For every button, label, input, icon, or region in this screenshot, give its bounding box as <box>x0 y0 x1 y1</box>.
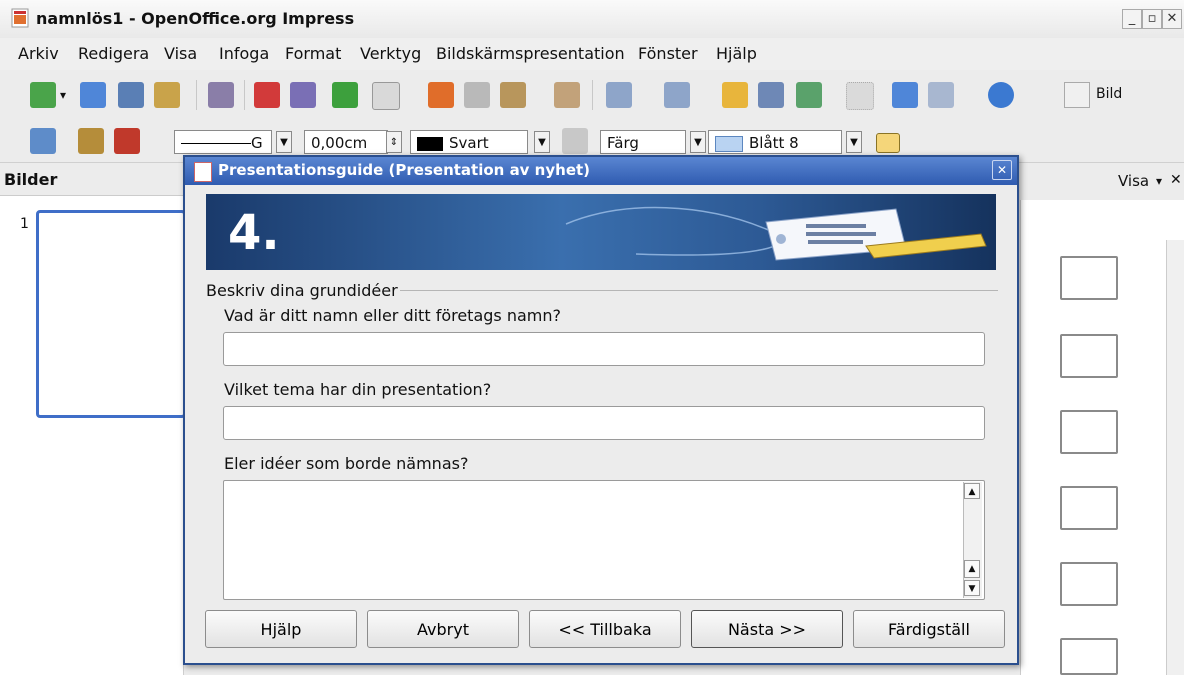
navigator-icon[interactable] <box>796 82 822 108</box>
wizard-step-number: 4. <box>228 205 280 261</box>
menu-redigera[interactable]: Redigera <box>78 44 149 63</box>
window-title: namnlös1 - OpenOffice.org Impress <box>36 9 355 28</box>
shadow-icon[interactable] <box>876 133 900 153</box>
question-ideas-label: Eler idéer som borde nämnas? <box>224 454 469 473</box>
line-color-value: Svart <box>449 134 489 152</box>
area-color-dropdown[interactable]: ▼ <box>846 131 862 153</box>
line-style-icon[interactable] <box>30 128 56 154</box>
chart-icon[interactable] <box>722 82 748 108</box>
area-color-combo[interactable]: Blått 8 <box>708 130 842 154</box>
back-button[interactable]: << Tillbaka <box>529 610 681 648</box>
helplines-icon[interactable] <box>892 82 918 108</box>
dropdown-arrow-icon[interactable]: ▾ <box>60 88 66 102</box>
menu-visa[interactable]: Visa <box>164 44 197 63</box>
line-color-swatch <box>417 136 443 151</box>
area-style-combo[interactable]: Färg <box>600 130 686 154</box>
line-style-dropdown[interactable]: ▼ <box>276 131 292 153</box>
line-icon[interactable] <box>78 128 104 154</box>
menu-hjalp[interactable]: Hjälp <box>716 44 757 63</box>
arrow-style-icon[interactable] <box>114 128 140 154</box>
copy-icon[interactable] <box>464 82 490 108</box>
layout-title-slide[interactable] <box>1060 256 1118 300</box>
impress-app-icon <box>10 7 30 29</box>
menu-infoga[interactable]: Infoga <box>219 44 269 63</box>
spellcheck-icon[interactable] <box>332 82 358 108</box>
company-name-input[interactable] <box>223 332 985 366</box>
tasks-scrollbar[interactable] <box>1166 240 1184 675</box>
line-width-field[interactable]: 0,00cm <box>304 130 388 154</box>
line-color-dropdown[interactable]: ▼ <box>534 131 550 153</box>
dialog-title: Presentationsguide (Presentation av nyhe… <box>218 161 591 179</box>
area-style-dropdown[interactable]: ▼ <box>690 131 706 153</box>
menu-fonster[interactable]: Fönster <box>638 44 698 63</box>
format-paintbrush-icon[interactable] <box>554 82 580 108</box>
line-width-spinner[interactable]: ⇕ <box>386 131 402 153</box>
impress-dialog-icon <box>194 162 212 182</box>
close-window-button[interactable]: ✕ <box>1162 9 1182 29</box>
toolbar-separator <box>196 80 197 110</box>
export-pdf-icon[interactable] <box>254 82 280 108</box>
theme-input[interactable] <box>223 406 985 440</box>
maximize-button[interactable]: ▫ <box>1142 9 1162 29</box>
section-title: Beskriv dina grundidéer <box>206 281 398 300</box>
ideas-textarea[interactable] <box>223 480 985 600</box>
print-icon[interactable] <box>290 82 316 108</box>
zoom-icon[interactable] <box>928 82 954 108</box>
layout-text-chart[interactable] <box>1060 562 1118 606</box>
scroll-up-small-icon[interactable]: ▲ <box>964 560 980 578</box>
scroll-down-icon[interactable]: ▼ <box>964 580 980 596</box>
wizard-banner <box>206 194 996 270</box>
slide-number: 1 <box>20 216 29 232</box>
next-button[interactable]: Nästa >> <box>691 610 843 648</box>
toolbar-separator <box>244 80 245 110</box>
menu-format[interactable]: Format <box>285 44 341 63</box>
paste-icon[interactable] <box>500 82 526 108</box>
minimize-button[interactable]: _ <box>1122 9 1142 29</box>
email-icon[interactable] <box>154 82 180 108</box>
scroll-up-icon[interactable]: ▲ <box>964 483 980 499</box>
undo-icon[interactable] <box>606 82 632 108</box>
section-divider <box>400 290 998 291</box>
redo-icon[interactable] <box>664 82 690 108</box>
cut-icon[interactable] <box>428 82 454 108</box>
question-name-label: Vad är ditt namn eller ditt företags nam… <box>224 306 561 325</box>
layout-two-columns[interactable] <box>1060 334 1118 378</box>
help-icon[interactable] <box>988 82 1014 108</box>
edit-file-icon[interactable] <box>208 82 234 108</box>
finish-button[interactable]: Färdigställ <box>853 610 1005 648</box>
area-color-swatch <box>715 135 743 152</box>
cancel-button[interactable]: Avbryt <box>367 610 519 648</box>
tasks-view-menu[interactable]: Visa <box>1118 172 1149 190</box>
question-theme-label: Vilket tema har din presentation? <box>224 380 492 399</box>
save-icon[interactable] <box>118 82 144 108</box>
line-style-value: G <box>251 134 263 152</box>
menu-bildskarmspresentation[interactable]: Bildskärmspresentation <box>436 44 625 63</box>
layout-table[interactable] <box>1060 486 1118 530</box>
line-style-combo[interactable]: G <box>174 130 272 154</box>
table-icon[interactable] <box>758 82 784 108</box>
open-folder-icon[interactable] <box>80 82 106 108</box>
chevron-down-icon[interactable]: ▾ <box>1156 174 1162 188</box>
close-dialog-button[interactable]: ✕ <box>992 160 1012 180</box>
area-bucket-icon[interactable] <box>562 128 588 154</box>
layout-title-content[interactable] <box>1060 410 1118 454</box>
new-slide-button[interactable]: Bild <box>1096 86 1122 102</box>
area-color-value: Blått 8 <box>749 134 799 152</box>
menu-arkiv[interactable]: Arkiv <box>18 44 59 63</box>
grid-icon[interactable] <box>846 82 874 110</box>
slide-thumbnail[interactable] <box>36 210 186 418</box>
toolbar-separator <box>592 80 593 110</box>
layout-chart-text[interactable] <box>1060 638 1118 675</box>
slides-pane-title: Bilder <box>4 170 58 189</box>
help-button[interactable]: Hjälp <box>205 610 357 648</box>
name-tag-icon <box>765 208 987 261</box>
close-tasks-pane-button[interactable]: ✕ <box>1170 172 1182 188</box>
new-slide-icon[interactable] <box>1064 82 1090 108</box>
line-color-combo[interactable]: Svart <box>410 130 528 154</box>
autospellcheck-icon[interactable] <box>372 82 400 110</box>
menu-verktyg[interactable]: Verktyg <box>360 44 421 63</box>
new-document-icon[interactable] <box>30 82 56 108</box>
